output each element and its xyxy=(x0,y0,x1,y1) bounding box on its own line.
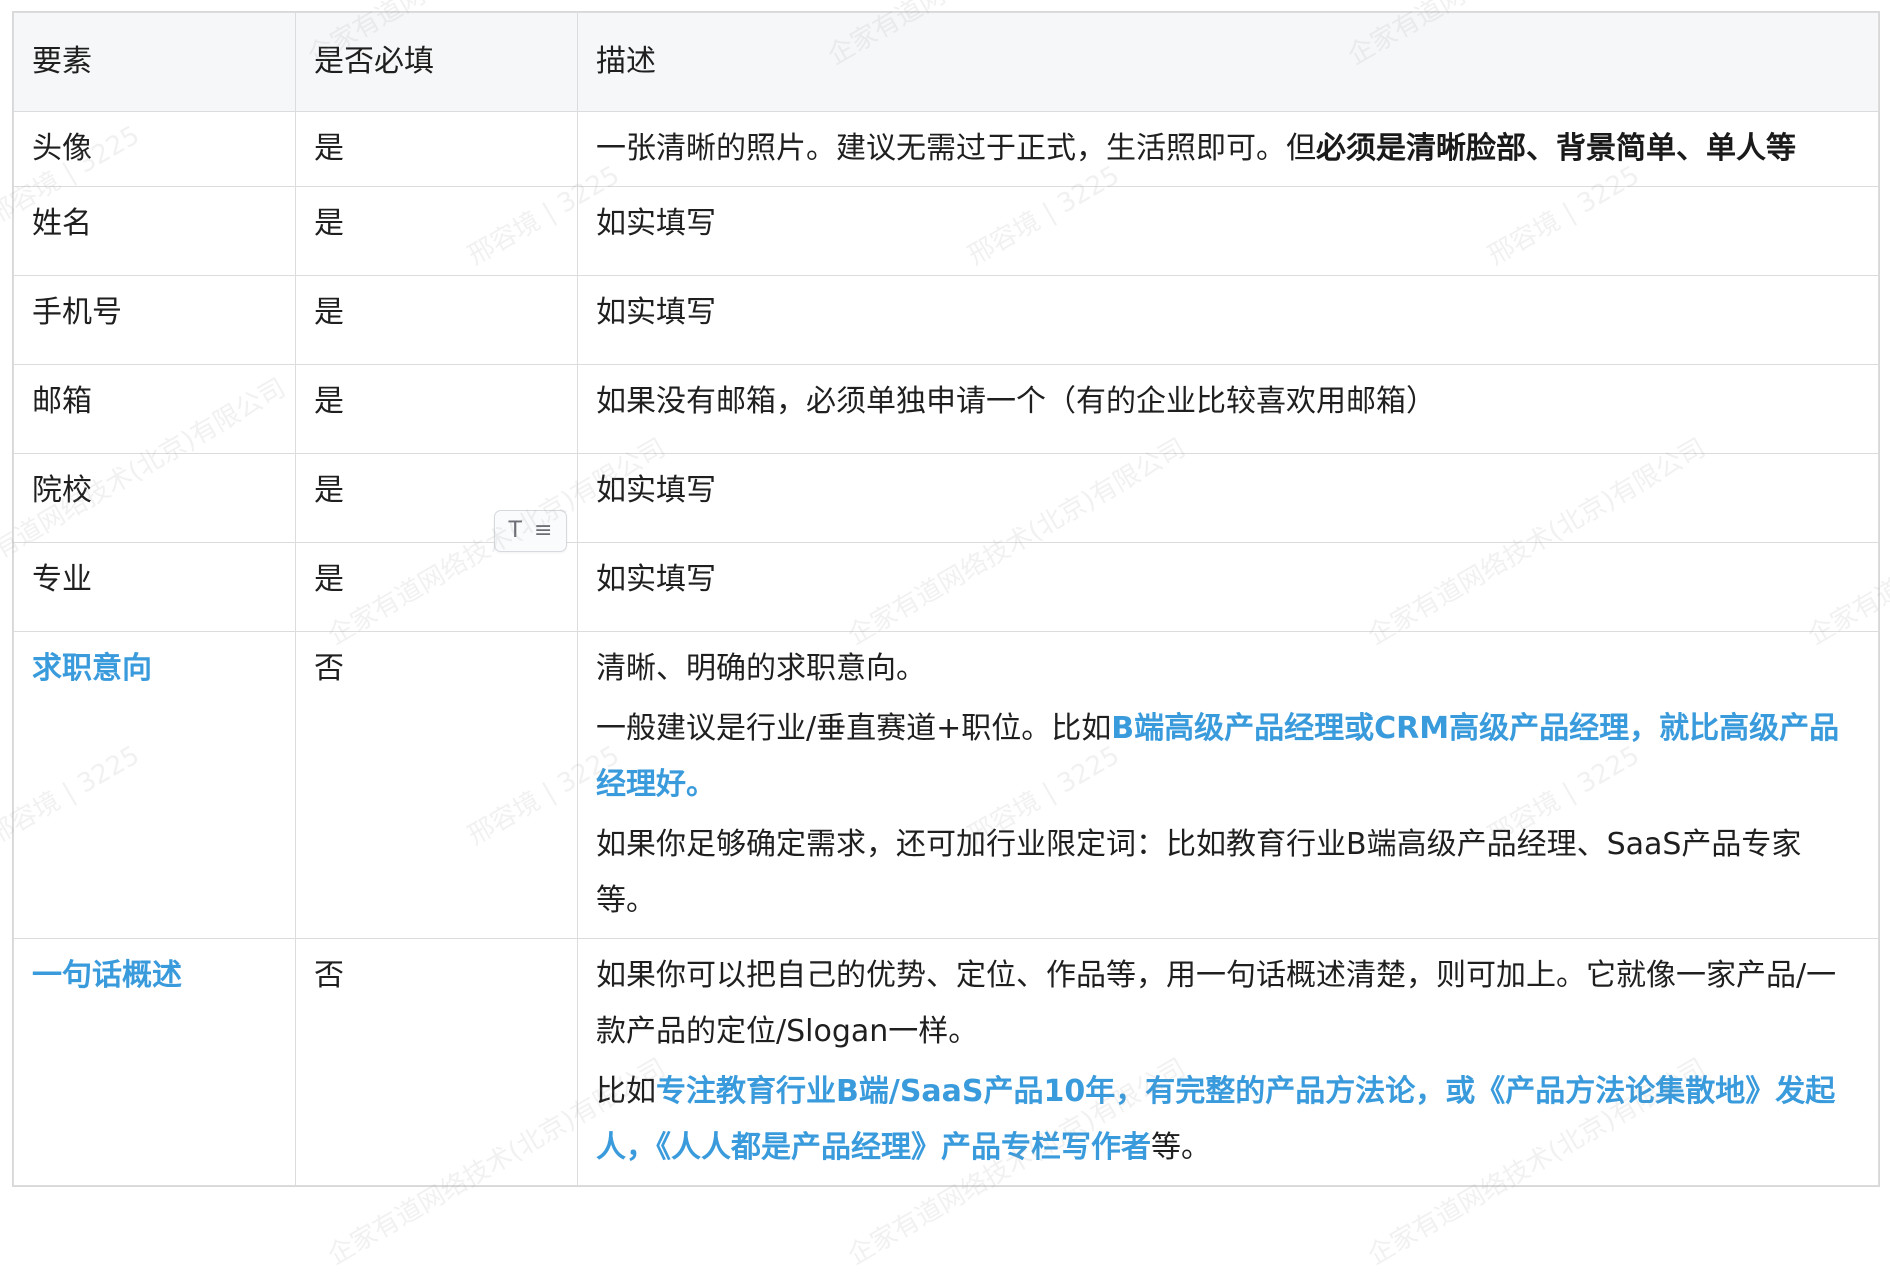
description-cell: 清晰、明确的求职意向。一般建议是行业/垂直赛道+职位。比如B端高级产品经理或CR… xyxy=(577,631,1879,939)
required-value: 是 xyxy=(314,295,344,330)
table-header: 要素 是否必填 描述 xyxy=(13,12,1879,112)
description-text: 专注教育行业B端/SaaS产品10年，有完整的产品方法论，或《产品方法论集散地》… xyxy=(596,1074,1836,1165)
description-text: 一般建议是行业/垂直赛道+职位。比如 xyxy=(596,711,1112,746)
table-body: 头像是一张清晰的照片。建议无需过于正式，生活照即可。但必须是清晰脸部、背景简单、… xyxy=(13,111,1879,1186)
requirements-table-container: 要素 是否必填 描述 头像是一张清晰的照片。建议无需过于正式，生活照即可。但必须… xyxy=(12,11,1880,1187)
description-text: 比如 xyxy=(596,1074,656,1109)
element-label: 姓名 xyxy=(32,206,92,241)
element-cell: 姓名 xyxy=(13,186,296,276)
description-text: 必须是清晰脸部、背景简单、单人等 xyxy=(1316,131,1796,166)
description-cell: 如实填写 xyxy=(577,453,1879,543)
table-row: 院校 是 如实填写 xyxy=(13,453,1879,543)
required-value: 是 xyxy=(314,473,344,508)
required-cell: 否 xyxy=(295,631,578,939)
element-cell: 求职意向 xyxy=(13,631,296,939)
description-text: 如果你可以把自己的优势、定位、作品等，用一句话概述清楚，则可加上。它就像一家产品… xyxy=(596,958,1837,1049)
description-paragraph: 清晰、明确的求职意向。 xyxy=(596,641,1842,697)
description-text: 如实填写 xyxy=(596,473,716,508)
required-cell: 是 xyxy=(295,542,578,632)
description-paragraph: 如实填写 xyxy=(596,552,1842,608)
cell-edit-toolbar[interactable]: T ≡ xyxy=(494,510,567,552)
description-text: 等。 xyxy=(1151,1130,1211,1165)
description-text: 如果没有邮箱，必须单独申请一个（有的企业比较喜欢用邮箱） xyxy=(596,384,1436,419)
element-label: 头像 xyxy=(32,131,92,166)
required-cell: 否 xyxy=(295,938,578,1186)
description-text: 清晰、明确的求职意向。 xyxy=(596,651,926,686)
description-paragraph: 如果没有邮箱，必须单独申请一个（有的企业比较喜欢用邮箱） xyxy=(596,374,1842,430)
description-paragraph: 一般建议是行业/垂直赛道+职位。比如B端高级产品经理或CRM高级产品经理，就比高… xyxy=(596,701,1842,813)
column-header-description: 描述 xyxy=(577,12,1879,112)
table-row: 姓名 是 如实填写 xyxy=(13,186,1879,276)
description-paragraph: 如实填写 xyxy=(596,196,1842,252)
description-text: 如实填写 xyxy=(596,206,716,241)
element-cell: 头像 xyxy=(13,111,296,187)
description-text: 如果你足够确定需求，还可加行业限定词：比如教育行业B端高级产品经理、SaaS产品… xyxy=(596,827,1802,918)
description-text: 如实填写 xyxy=(596,562,716,597)
column-header-element: 要素 xyxy=(13,12,296,112)
element-cell: 手机号 xyxy=(13,275,296,365)
required-cell: 是 xyxy=(295,364,578,454)
column-header-required: 是否必填 xyxy=(295,12,578,112)
description-cell: 如实填写 xyxy=(577,186,1879,276)
description-text: 如实填写 xyxy=(596,295,716,330)
table-row: 求职意向 否 清晰、明确的求职意向。一般建议是行业/垂直赛道+职位。比如B端高级产品… xyxy=(13,631,1879,939)
element-cell: 专业 xyxy=(13,542,296,632)
description-text: 一张清晰的照片。建议无需过于正式，生活照即可。但 xyxy=(596,131,1316,166)
required-value: 是 xyxy=(314,562,344,597)
description-paragraph: 如实填写 xyxy=(596,463,1842,519)
table-row: 专业 是 如实填写 xyxy=(13,542,1879,632)
required-value: 是 xyxy=(314,131,344,166)
menu-icon[interactable]: ≡ xyxy=(534,520,552,542)
required-value: 否 xyxy=(314,651,344,686)
description-cell: 一张清晰的照片。建议无需过于正式，生活照即可。但必须是清晰脸部、背景简单、单人等 xyxy=(577,111,1879,187)
required-value: 是 xyxy=(314,206,344,241)
table-row: 头像 是 一张清晰的照片。建议无需过于正式，生活照即可。但必须是清晰脸部、背景简单、… xyxy=(13,111,1879,187)
element-cell: 院校 xyxy=(13,453,296,543)
description-cell: 如果你可以把自己的优势、定位、作品等，用一句话概述清楚，则可加上。它就像一家产品… xyxy=(577,938,1879,1186)
table-row: 邮箱 是 如果没有邮箱，必须单独申请一个（有的企业比较喜欢用邮箱） xyxy=(13,364,1879,454)
element-cell: 邮箱 xyxy=(13,364,296,454)
description-cell: 如实填写 xyxy=(577,275,1879,365)
element-label: 一句话概述 xyxy=(32,958,182,993)
description-paragraph: 比如专注教育行业B端/SaaS产品10年，有完整的产品方法论，或《产品方法论集散… xyxy=(596,1064,1842,1176)
element-label: 求职意向 xyxy=(32,651,152,686)
description-paragraph: 如果你可以把自己的优势、定位、作品等，用一句话概述清楚，则可加上。它就像一家产品… xyxy=(596,948,1842,1060)
requirements-table: 要素 是否必填 描述 头像是一张清晰的照片。建议无需过于正式，生活照即可。但必须… xyxy=(13,12,1879,1186)
description-paragraph: 一张清晰的照片。建议无需过于正式，生活照即可。但必须是清晰脸部、背景简单、单人等 xyxy=(596,121,1842,177)
text-format-icon[interactable]: T xyxy=(509,520,522,542)
required-value: 是 xyxy=(314,384,344,419)
element-cell: 一句话概述 xyxy=(13,938,296,1186)
description-cell: 如果没有邮箱，必须单独申请一个（有的企业比较喜欢用邮箱） xyxy=(577,364,1879,454)
description-paragraph: 如果你足够确定需求，还可加行业限定词：比如教育行业B端高级产品经理、SaaS产品… xyxy=(596,817,1842,929)
table-row: 手机号 是 如实填写 xyxy=(13,275,1879,365)
description-paragraph: 如实填写 xyxy=(596,285,1842,341)
required-cell: 是 xyxy=(295,111,578,187)
element-label: 院校 xyxy=(32,473,92,508)
table-row: 一句话概述 否 如果你可以把自己的优势、定位、作品等，用一句话概述清楚，则可加上。它… xyxy=(13,938,1879,1186)
required-cell: 是 xyxy=(295,275,578,365)
description-cell: 如实填写 xyxy=(577,542,1879,632)
required-value: 否 xyxy=(314,958,344,993)
element-label: 邮箱 xyxy=(32,384,92,419)
required-cell: 是 xyxy=(295,186,578,276)
element-label: 专业 xyxy=(32,562,92,597)
element-label: 手机号 xyxy=(32,295,122,330)
header-row: 要素 是否必填 描述 xyxy=(13,12,1879,112)
